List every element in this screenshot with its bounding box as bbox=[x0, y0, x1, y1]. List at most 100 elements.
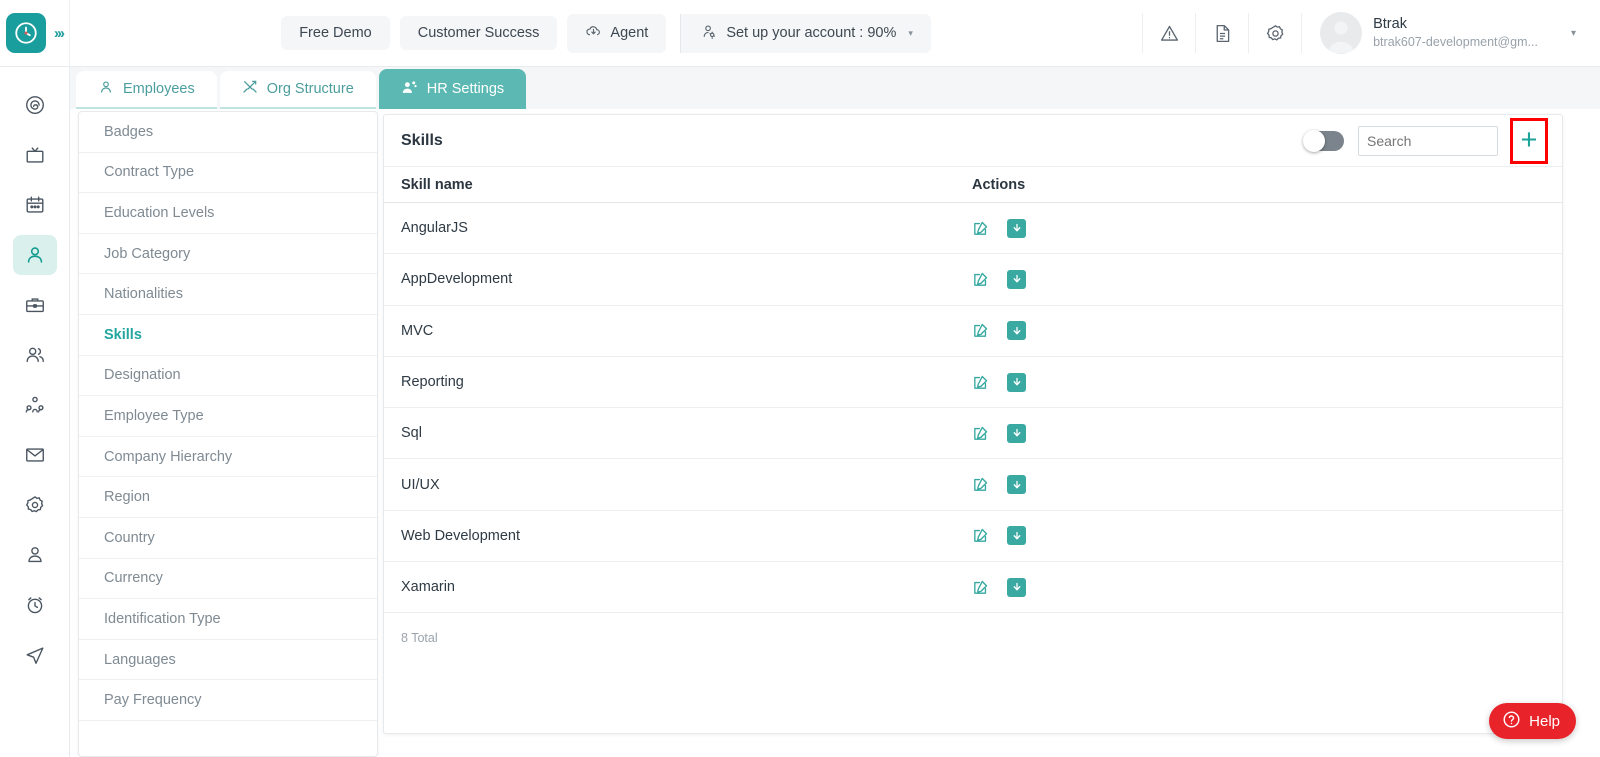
user-text: Btrak btrak607-development@gm... bbox=[1373, 15, 1538, 51]
cloud-download-icon bbox=[585, 23, 602, 44]
rail-item-briefcase-icon[interactable] bbox=[13, 285, 57, 325]
edit-icon[interactable] bbox=[972, 579, 989, 596]
logo-cell: ››› bbox=[0, 0, 70, 67]
tab-org-structure-label: Org Structure bbox=[267, 81, 354, 97]
archive-down-icon[interactable] bbox=[1007, 424, 1026, 443]
menu-item-label: Designation bbox=[104, 367, 181, 383]
edit-icon[interactable] bbox=[972, 476, 989, 493]
people-gear-icon bbox=[401, 79, 418, 100]
menu-item-job-category[interactable]: Job Category bbox=[79, 234, 377, 275]
rail-item-target-icon[interactable] bbox=[13, 85, 57, 125]
user-name: Btrak bbox=[1373, 15, 1538, 34]
agent-button[interactable]: Agent bbox=[567, 14, 666, 53]
tab-hr-settings[interactable]: HR Settings bbox=[379, 69, 526, 109]
cell-actions bbox=[972, 424, 1172, 443]
archive-down-icon[interactable] bbox=[1007, 219, 1026, 238]
table-header: Skill name Actions bbox=[384, 167, 1562, 203]
menu-item-currency[interactable]: Currency bbox=[79, 559, 377, 600]
table-row[interactable]: Sql bbox=[384, 408, 1562, 459]
table-row[interactable]: Xamarin bbox=[384, 562, 1562, 613]
tab-employees[interactable]: Employees bbox=[76, 71, 217, 109]
cell-skill-name: AppDevelopment bbox=[384, 271, 972, 287]
top-bar: ››› Free Demo Customer Success Agent bbox=[0, 0, 1600, 67]
edit-icon[interactable] bbox=[972, 374, 989, 391]
rail-item-users-icon[interactable] bbox=[13, 335, 57, 375]
rail-item-org-tree-icon[interactable] bbox=[13, 385, 57, 425]
menu-item-nationalities[interactable]: Nationalities bbox=[79, 274, 377, 315]
clock-logo-icon[interactable] bbox=[6, 13, 46, 53]
chevron-down-icon: ▾ bbox=[1571, 28, 1576, 39]
archive-down-icon[interactable] bbox=[1007, 270, 1026, 289]
archived-toggle[interactable] bbox=[1304, 131, 1344, 151]
edit-icon[interactable] bbox=[972, 220, 989, 237]
avatar bbox=[1320, 12, 1362, 54]
menu-item-label: Region bbox=[104, 489, 150, 505]
menu-item-identification-type[interactable]: Identification Type bbox=[79, 599, 377, 640]
customer-success-label: Customer Success bbox=[418, 25, 540, 41]
archive-down-icon[interactable] bbox=[1007, 578, 1026, 597]
tab-org-structure[interactable]: Org Structure bbox=[220, 71, 376, 109]
menu-item-region[interactable]: Region bbox=[79, 477, 377, 518]
edit-icon[interactable] bbox=[972, 271, 989, 288]
edit-icon[interactable] bbox=[972, 527, 989, 544]
user-settings-icon bbox=[701, 23, 718, 44]
table-row[interactable]: AppDevelopment bbox=[384, 254, 1562, 305]
top-bar-right: Btrak btrak607-development@gm... ▾ bbox=[1142, 0, 1600, 67]
menu-item-contract-type[interactable]: Contract Type bbox=[79, 153, 377, 194]
menu-item-pay-frequency[interactable]: Pay Frequency bbox=[79, 680, 377, 721]
chevron-right-triple-icon[interactable]: ››› bbox=[54, 25, 63, 42]
menu-item-country[interactable]: Country bbox=[79, 518, 377, 559]
archive-down-icon[interactable] bbox=[1007, 475, 1026, 494]
document-icon[interactable] bbox=[1195, 13, 1248, 53]
edit-icon[interactable] bbox=[972, 425, 989, 442]
edit-icon[interactable] bbox=[972, 322, 989, 339]
menu-item-badges[interactable]: Badges bbox=[79, 112, 377, 153]
rail-item-mail-icon[interactable] bbox=[13, 435, 57, 475]
rail-item-calendar-icon[interactable] bbox=[13, 185, 57, 225]
user-menu[interactable]: Btrak btrak607-development@gm... ▾ bbox=[1301, 13, 1600, 53]
rail-item-user-icon[interactable] bbox=[13, 235, 57, 275]
add-skill-button[interactable]: + bbox=[1510, 118, 1548, 164]
archive-down-icon[interactable] bbox=[1007, 321, 1026, 340]
free-demo-label: Free Demo bbox=[299, 25, 372, 41]
menu-item-languages[interactable]: Languages bbox=[79, 640, 377, 681]
cell-actions bbox=[972, 526, 1172, 545]
archive-down-icon[interactable] bbox=[1007, 526, 1026, 545]
table-row[interactable]: AngularJS bbox=[384, 203, 1562, 254]
rail-item-send-icon[interactable] bbox=[13, 635, 57, 675]
alert-triangle-icon[interactable] bbox=[1142, 13, 1195, 53]
table-row[interactable]: MVC bbox=[384, 306, 1562, 357]
menu-item-skills[interactable]: Skills bbox=[79, 315, 377, 356]
total-count-label: 8 Total bbox=[384, 613, 1562, 645]
cell-skill-name: AngularJS bbox=[384, 220, 972, 236]
search-input[interactable] bbox=[1358, 126, 1498, 156]
agent-label: Agent bbox=[610, 25, 648, 41]
archive-down-icon[interactable] bbox=[1007, 373, 1026, 392]
menu-item-employee-type[interactable]: Employee Type bbox=[79, 396, 377, 437]
rail-item-alarm-clock-icon[interactable] bbox=[13, 585, 57, 625]
customer-success-button[interactable]: Customer Success bbox=[400, 16, 558, 50]
rail-item-tv-icon[interactable] bbox=[13, 135, 57, 175]
help-button[interactable]: Help bbox=[1489, 703, 1576, 739]
menu-item-designation[interactable]: Designation bbox=[79, 356, 377, 397]
gear-icon[interactable] bbox=[1248, 13, 1301, 53]
table-row[interactable]: UI/UX bbox=[384, 459, 1562, 510]
cell-actions bbox=[972, 219, 1172, 238]
account-setup-button[interactable]: Set up your account : 90% ▾ bbox=[680, 14, 931, 53]
menu-item-education-levels[interactable]: Education Levels bbox=[79, 193, 377, 234]
rail-item-profile-icon[interactable] bbox=[13, 535, 57, 575]
menu-item-label: Pay Frequency bbox=[104, 692, 202, 708]
tab-employees-label: Employees bbox=[123, 81, 195, 97]
left-nav-rail bbox=[0, 67, 70, 757]
menu-item-label: Employee Type bbox=[104, 408, 204, 424]
tab-hr-settings-label: HR Settings bbox=[427, 81, 504, 97]
free-demo-button[interactable]: Free Demo bbox=[281, 16, 390, 50]
tools-icon bbox=[242, 79, 258, 99]
table-row[interactable]: Reporting bbox=[384, 357, 1562, 408]
cell-skill-name: MVC bbox=[384, 323, 972, 339]
menu-item-label: Currency bbox=[104, 570, 163, 586]
table-row[interactable]: Web Development bbox=[384, 511, 1562, 562]
menu-item-company-hierarchy[interactable]: Company Hierarchy bbox=[79, 437, 377, 478]
app-root: ››› Free Demo Customer Success Agent bbox=[0, 0, 1600, 757]
rail-item-settings-gear-icon[interactable] bbox=[13, 485, 57, 525]
